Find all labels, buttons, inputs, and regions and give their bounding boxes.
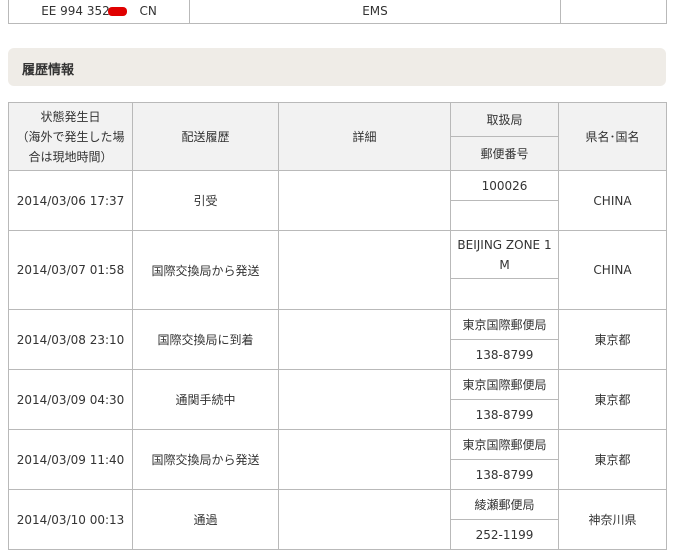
history-table: 状態発生日 （海外で発生した場 合は現地時間） 配送履歴 詳細 取扱局 県名･国… [8,102,667,550]
row-office: BEIJING ZONE 1 M [450,230,559,279]
row-office: 東京国際郵便局 [450,369,559,400]
row-status: 国際交換局から発送 [132,429,279,490]
row-detail [278,429,451,490]
empty-cell [560,0,667,24]
row-region: CHINA [558,230,667,310]
row-postal: 138-8799 [450,459,559,490]
row-detail [278,489,451,550]
date-header-line3: 合は現地時間） [28,149,113,164]
row-office: 100026 [450,170,559,201]
row-postal [450,200,559,231]
row-office: 東京国際郵便局 [450,429,559,460]
row-region: 神奈川県 [558,489,667,550]
row-status: 国際交換局に到着 [132,309,279,370]
row-status: 国際交換局から発送 [132,230,279,310]
row-detail [278,230,451,310]
row-postal: 252-1199 [450,519,559,550]
office-column-header: 取扱局 [450,102,559,137]
region-column-header: 県名･国名 [558,102,667,171]
row-region: 東京都 [558,429,667,490]
redaction-mark [108,7,128,16]
tracking-summary-row: EE 994 352 CN EMS [8,0,667,24]
service-type-cell: EMS [189,0,561,24]
date-column-header: 状態発生日 （海外で発生した場 合は現地時間） [8,102,133,171]
row-date: 2014/03/06 17:37 [8,170,133,231]
row-region: 東京都 [558,369,667,430]
row-postal: 138-8799 [450,339,559,370]
table-row: 2014/03/09 11:40 国際交換局から発送 東京国際郵便局 東京都 [8,429,667,490]
row-postal [450,278,559,310]
status-column-header: 配送履歴 [132,102,279,171]
postal-column-header: 郵便番号 [450,136,559,171]
history-section-header: 履歴情報 [8,48,666,86]
row-status: 通関手続中 [132,369,279,430]
row-status: 通過 [132,489,279,550]
row-date: 2014/03/09 11:40 [8,429,133,490]
tracking-number-cell: EE 994 352 CN [8,0,190,24]
row-region: 東京都 [558,309,667,370]
row-detail [278,170,451,231]
row-date: 2014/03/10 00:13 [8,489,133,550]
table-row: 2014/03/07 01:58 国際交換局から発送 BEIJING ZONE … [8,230,667,310]
row-postal: 138-8799 [450,399,559,430]
detail-column-header: 詳細 [278,102,451,171]
row-office: 東京国際郵便局 [450,309,559,340]
table-row: 2014/03/08 23:10 国際交換局に到着 東京国際郵便局 東京都 [8,309,667,370]
row-office: 綾瀬郵便局 [450,489,559,520]
date-header-line1: 状態発生日 [40,109,101,124]
tracking-number-suffix: CN [139,4,157,18]
table-row: 2014/03/10 00:13 通過 綾瀬郵便局 神奈川県 [8,489,667,550]
row-date: 2014/03/08 23:10 [8,309,133,370]
table-row: 2014/03/06 17:37 引受 100026 CHINA [8,170,667,231]
history-header-row: 状態発生日 （海外で発生した場 合は現地時間） 配送履歴 詳細 取扱局 県名･国… [8,102,667,171]
tracking-number-prefix: EE 994 352 [41,4,110,18]
row-date: 2014/03/07 01:58 [8,230,133,310]
row-detail [278,309,451,370]
history-section-title: 履歴情報 [22,63,75,78]
date-header-line2: （海外で発生した場 [16,129,125,144]
tracking-summary-table: EE 994 352 CN EMS [8,0,667,24]
row-detail [278,369,451,430]
table-row: 2014/03/09 04:30 通関手続中 東京国際郵便局 東京都 [8,369,667,430]
row-region: CHINA [558,170,667,231]
row-date: 2014/03/09 04:30 [8,369,133,430]
row-status: 引受 [132,170,279,231]
